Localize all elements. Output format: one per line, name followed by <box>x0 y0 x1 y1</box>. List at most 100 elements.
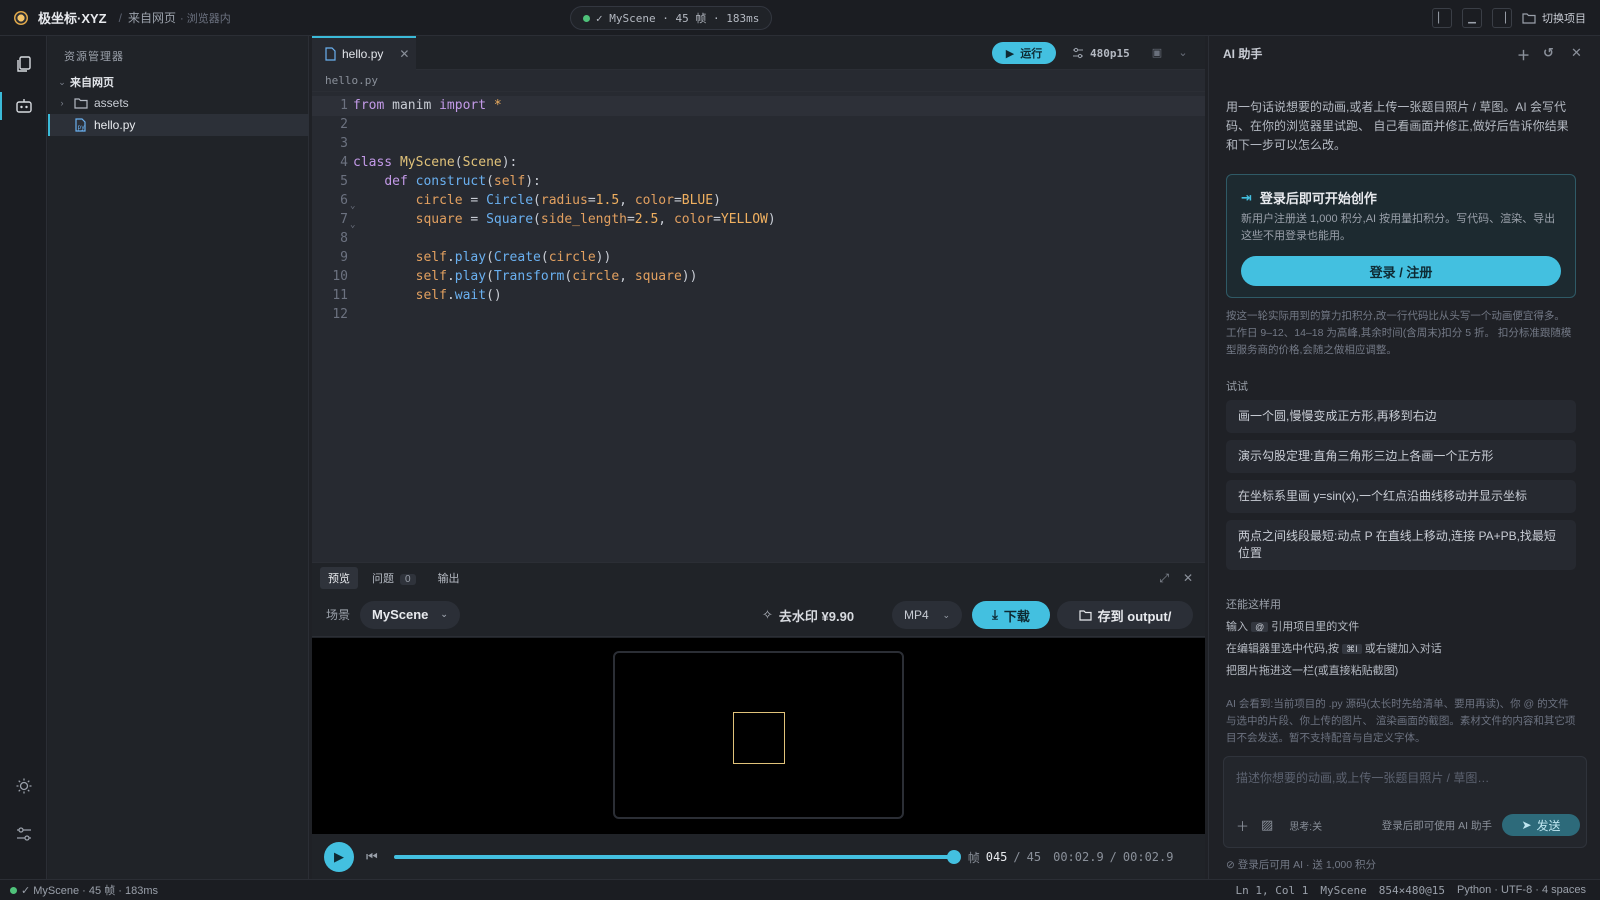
close-panel-icon[interactable]: ✕ <box>1183 571 1193 586</box>
tree-file-hello[interactable]: py hello.py <box>48 114 309 136</box>
theme-sun-icon[interactable] <box>10 772 38 800</box>
toggle-right-panel-icon[interactable]: ▕ <box>1492 8 1512 28</box>
code-line: self.play(Transform(circle, square)) <box>415 269 698 284</box>
line-number: 1 <box>340 98 348 113</box>
tab-preview[interactable]: 预览 <box>320 567 358 589</box>
status-left-text[interactable]: ✓ MyScene · 45 帧 · 183ms <box>21 882 158 898</box>
code-line: circle = Circle(radius=1.5, color=BLUE) <box>415 193 721 208</box>
timeline-slider[interactable] <box>393 850 961 864</box>
line-number: 4 <box>340 155 348 170</box>
close-tab-icon[interactable]: ✕ <box>399 47 409 61</box>
tip-text: 引用项目里的文件 <box>1271 621 1360 633</box>
breadcrumb-context: · 浏览器内 <box>179 12 231 25</box>
download-label: 下载 <box>1003 608 1030 624</box>
send-icon: ➤ <box>1521 818 1532 832</box>
switch-project-button[interactable]: 切换项目 <box>1522 10 1586 26</box>
close-icon[interactable]: ✕ <box>1571 45 1582 61</box>
login-arrow-icon: ⇥ <box>1241 189 1252 205</box>
app-logo-icon <box>14 10 28 25</box>
chat-input[interactable]: 描述你想要的动画,或上传一张题目照片 / 草图… <box>1236 769 1489 786</box>
code-line: self.play(Create(circle)) <box>415 250 612 265</box>
sparkle-icon: ✧ <box>762 607 773 622</box>
code-line: square = Square(side_length=2.5, color=Y… <box>415 212 776 227</box>
split-editor-icon[interactable]: ▣ <box>1150 46 1164 60</box>
quality-selector[interactable]: 480p15 <box>1072 42 1130 64</box>
save-output-button[interactable]: 存到 output/ <box>1057 601 1193 629</box>
frame-time-info: 帧 045 / 45 00:02.9 / 00:02.9 <box>968 849 1174 866</box>
tree-folder-label: assets <box>94 96 129 110</box>
run-button[interactable]: ▶ 运行 <box>992 42 1056 64</box>
upload-image-icon[interactable]: ▨ <box>1261 817 1273 833</box>
frame-sep: / <box>1013 850 1021 864</box>
code-area[interactable]: 1 2 3 4 5 6 7 8 9 10 11 12 ⌄ ⌄ from manim import * … <box>312 96 1205 596</box>
frame-total: 45 <box>1026 850 1042 864</box>
tree-folder-assets[interactable]: › assets <box>48 92 309 114</box>
more-usage-label: 还能这样用 <box>1226 599 1281 611</box>
python-file-icon <box>325 47 336 61</box>
code-line: class MyScene(Scene): <box>353 155 518 170</box>
maximize-icon[interactable]: ⤢ <box>1159 571 1169 586</box>
tree-root-label: 来自网页 <box>70 77 114 89</box>
active-indicator <box>0 92 2 120</box>
toggle-bottom-panel-icon[interactable]: ▁ <box>1462 8 1482 28</box>
tab-output[interactable]: 输出 <box>430 567 468 589</box>
kbd-at: @ <box>1251 622 1269 632</box>
save-output-label: 存到 output/ <box>1097 608 1172 624</box>
composer-hint: 登录后即可使用 AI 助手 <box>1381 819 1492 832</box>
timeline-handle[interactable] <box>946 850 961 864</box>
tree-root[interactable]: ⌄ 来自网页 <box>48 71 309 93</box>
send-label: 发送 <box>1536 818 1561 833</box>
play-button[interactable]: ▶ <box>324 842 354 872</box>
login-card-desc: 新用户注册送 1,000 积分,AI 按用量扣积分。写代码、渲染、导出这些不用登… <box>1241 213 1556 242</box>
chevron-right-icon: › <box>60 98 64 108</box>
suggestion-item[interactable]: 两点之间线段最短:动点 P 在直线上移动,连接 PA+PB,找最短位置 <box>1226 520 1576 570</box>
scene-select[interactable]: MyScene ⌄ <box>360 600 460 629</box>
ai-panel-title: AI 助手 <box>1223 46 1263 61</box>
send-button[interactable]: ➤ 发送 <box>1502 814 1580 836</box>
time-sep: / <box>1109 850 1117 864</box>
add-attachment-icon[interactable]: ＋ <box>1236 816 1249 835</box>
download-button[interactable]: ⤓ 下载 <box>972 601 1050 629</box>
tree-file-label: hello.py <box>94 118 136 132</box>
render-status-pill[interactable]: ✓ MyScene · 45 帧 · 183ms <box>570 6 773 30</box>
remove-watermark-button[interactable]: ✧ 去水印 ¥9.90 <box>762 601 854 629</box>
thinking-toggle[interactable]: 思考:关 <box>1289 818 1322 833</box>
ai-bot-activity-icon[interactable] <box>10 92 38 120</box>
chevron-down-icon[interactable]: ⌄ <box>1176 46 1190 60</box>
status-ok-icon <box>583 14 590 22</box>
new-chat-icon[interactable]: ＋ <box>1517 45 1530 64</box>
code-line: self.wait() <box>415 288 502 303</box>
ai-footer-note: ⊘ 登录后可用 AI · 送 1,000 积分 <box>1226 857 1376 872</box>
tab-problems[interactable]: 问题 0 <box>364 567 424 589</box>
video-preview[interactable] <box>312 638 1205 834</box>
suggestion-item[interactable]: 演示勾股定理:直角三角形三边上各画一个正方形 <box>1226 440 1576 473</box>
code-line: from manim import * <box>353 98 502 113</box>
login-register-button[interactable]: 登录 / 注册 <box>1241 256 1561 286</box>
line-number: 6 <box>340 193 348 208</box>
suggestion-item[interactable]: 画一个圆,慢慢变成正方形,再移到右边 <box>1226 400 1576 433</box>
editor-tabs: hello.py ✕ ▶ 运行 480p15 ▣ ⌄ <box>312 36 1205 70</box>
line-number: 12 <box>332 307 348 322</box>
history-icon[interactable]: ↺ <box>1543 45 1554 61</box>
status-language[interactable]: Python · UTF-8 · 4 spaces <box>1457 884 1586 897</box>
skip-back-icon[interactable]: ⏮ <box>366 849 378 865</box>
folder-plus-icon <box>1079 610 1092 621</box>
line-number: 9 <box>340 250 348 265</box>
download-icon: ⤓ <box>992 607 998 622</box>
problems-count-badge: 0 <box>400 574 416 585</box>
file-explorer: 资源管理器 ⌄ 来自网页 › assets py hello.py <box>48 36 309 879</box>
toggle-left-panel-icon[interactable]: ▏ <box>1432 8 1452 28</box>
kbd-cmd-i: ⌘I <box>1342 644 1362 654</box>
cursor-position[interactable]: Ln 1, Col 1 <box>1236 884 1309 897</box>
status-bar: ✓ MyScene · 45 帧 · 183ms Ln 1, Col 1 MyS… <box>0 879 1600 900</box>
tab-problems-label: 问题 <box>372 573 394 585</box>
suggestion-item[interactable]: 在坐标系里画 y=sin(x),一个红点沿曲线移动并显示坐标 <box>1226 480 1576 513</box>
code-line: def construct(self): <box>384 174 541 189</box>
format-select[interactable]: MP4 ⌄ <box>892 601 962 629</box>
app-brand: 极坐标·XYZ <box>38 11 107 26</box>
explorer-activity-icon[interactable] <box>10 50 38 78</box>
line-number: 8 <box>340 231 348 246</box>
settings-sliders-icon[interactable] <box>10 820 38 848</box>
breadcrumb-source[interactable]: 来自网页 <box>128 9 176 26</box>
tab-hello-py[interactable]: hello.py ✕ <box>312 36 416 70</box>
